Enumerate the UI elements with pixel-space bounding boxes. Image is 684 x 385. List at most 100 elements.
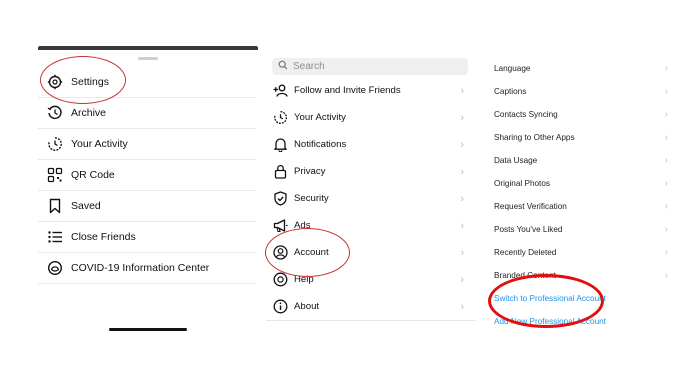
chevron-right-icon: ›: [664, 177, 668, 189]
settings-item-your-activity[interactable]: Your Activity ›: [272, 104, 468, 131]
account-item-branded-content[interactable]: Branded Content ›: [494, 265, 668, 285]
account-circle-icon: [272, 245, 288, 261]
activity-icon: [46, 135, 64, 153]
menu-item-qr-code[interactable]: QR Code: [38, 159, 256, 191]
link-label: Switch to Professional Account: [494, 293, 606, 303]
sheet-grab-handle[interactable]: [138, 57, 158, 60]
chevron-right-icon: ›: [664, 154, 668, 166]
settings-item-account[interactable]: Account ›: [272, 239, 468, 266]
settings-item-label: Account: [294, 247, 329, 258]
menu-item-label: Settings: [71, 75, 109, 88]
account-item-posts-liked[interactable]: Posts You've Liked ›: [494, 219, 668, 239]
account-item-label: Sharing to Other Apps: [494, 132, 575, 142]
menu-item-your-activity[interactable]: Your Activity: [38, 128, 256, 160]
menu-item-settings[interactable]: Settings: [38, 66, 256, 98]
account-item-label: Branded Content: [494, 270, 556, 280]
account-item-label: Posts You've Liked: [494, 224, 563, 234]
chevron-right-icon: ›: [460, 300, 464, 313]
chevron-right-icon: ›: [664, 62, 668, 74]
qr-code-icon: [46, 166, 64, 184]
chevron-right-icon: ›: [460, 246, 464, 259]
account-item-contacts-syncing[interactable]: Contacts Syncing ›: [494, 104, 668, 124]
account-item-recently-deleted[interactable]: Recently Deleted ›: [494, 242, 668, 262]
account-item-sharing-other-apps[interactable]: Sharing to Other Apps ›: [494, 127, 668, 147]
settings-item-label: Ads: [294, 220, 311, 231]
account-item-request-verification[interactable]: Request Verification ›: [494, 196, 668, 216]
settings-gear-icon: [46, 73, 64, 91]
account-item-data-usage[interactable]: Data Usage ›: [494, 150, 668, 170]
link-label: Add New Professional Account: [494, 316, 606, 326]
menu-item-close-friends[interactable]: Close Friends: [38, 221, 256, 253]
switch-professional-link[interactable]: Switch to Professional Account: [494, 288, 668, 308]
lock-icon: [272, 164, 288, 180]
menu-item-saved[interactable]: Saved: [38, 190, 256, 222]
settings-item-help[interactable]: Help ›: [272, 266, 468, 293]
chevron-right-icon: ›: [664, 246, 668, 258]
account-item-label: Data Usage: [494, 155, 538, 165]
megaphone-icon: [272, 218, 288, 234]
settings-item-security[interactable]: Security ›: [272, 185, 468, 212]
menu-item-archive[interactable]: Archive: [38, 97, 256, 129]
home-indicator-bar: [109, 328, 187, 331]
settings-item-label: Privacy: [294, 166, 326, 177]
settings-item-ads[interactable]: Ads ›: [272, 212, 468, 239]
help-icon: [272, 272, 288, 288]
add-person-icon: [272, 83, 288, 99]
add-professional-link[interactable]: Add New Professional Account: [494, 311, 668, 331]
chevron-right-icon: ›: [460, 111, 464, 124]
sheet-top-edge: [38, 46, 258, 50]
menu-item-label: Your Activity: [71, 137, 128, 150]
chevron-right-icon: ›: [460, 219, 464, 232]
chevron-right-icon: ›: [664, 200, 668, 212]
chevron-right-icon: ›: [664, 269, 668, 281]
chevron-right-icon: ›: [664, 108, 668, 120]
archive-clock-icon: [46, 104, 64, 122]
menu-item-label: Close Friends: [71, 230, 136, 243]
covid-info-icon: [46, 259, 64, 277]
settings-list-panel: Search Follow and Invite Friends › Your …: [266, 52, 476, 322]
account-item-label: Request Verification: [494, 201, 567, 211]
search-icon: [278, 60, 288, 73]
account-item-captions[interactable]: Captions ›: [494, 81, 668, 101]
account-item-label: Contacts Syncing: [494, 109, 558, 119]
list-divider: [266, 320, 476, 321]
account-item-label: Captions: [494, 86, 527, 96]
account-item-label: Recently Deleted: [494, 247, 557, 257]
settings-item-about[interactable]: About ›: [272, 293, 468, 320]
settings-item-label: About: [294, 301, 320, 312]
settings-item-label: Security: [294, 193, 329, 204]
menu-item-label: Archive: [71, 106, 107, 119]
account-settings-panel: Language › Captions › Contacts Syncing ›…: [486, 56, 676, 336]
settings-item-label: Your Activity: [294, 112, 346, 123]
chevron-right-icon: ›: [460, 273, 464, 286]
profile-menu-sheet: Settings Archive Your Activity QR Code S…: [38, 46, 258, 336]
chevron-right-icon: ›: [664, 85, 668, 97]
chevron-right-icon: ›: [460, 84, 464, 97]
shield-icon: [272, 191, 288, 207]
chevron-right-icon: ›: [664, 223, 668, 235]
activity-icon: [272, 110, 288, 126]
chevron-right-icon: ›: [460, 192, 464, 205]
bell-icon: [272, 137, 288, 153]
settings-item-follow-invite[interactable]: Follow and Invite Friends ›: [272, 77, 468, 104]
settings-item-label: Help: [294, 274, 314, 285]
close-friends-list-icon: [46, 228, 64, 246]
menu-item-label: Saved: [71, 199, 101, 212]
menu-item-label: COVID-19 Information Center: [71, 261, 210, 274]
account-item-language[interactable]: Language ›: [494, 58, 668, 78]
menu-item-label: QR Code: [71, 168, 115, 181]
account-item-label: Original Photos: [494, 178, 550, 188]
settings-item-notifications[interactable]: Notifications ›: [272, 131, 468, 158]
search-input[interactable]: Search: [272, 58, 468, 75]
account-item-original-photos[interactable]: Original Photos ›: [494, 173, 668, 193]
info-icon: [272, 299, 288, 315]
chevron-right-icon: ›: [664, 131, 668, 143]
settings-item-label: Follow and Invite Friends: [294, 85, 401, 96]
settings-item-label: Notifications: [294, 139, 347, 150]
account-item-label: Language: [494, 63, 531, 73]
search-placeholder: Search: [293, 61, 325, 72]
chevron-right-icon: ›: [460, 165, 464, 178]
chevron-right-icon: ›: [460, 138, 464, 151]
menu-item-covid-info-center[interactable]: COVID-19 Information Center: [38, 252, 256, 284]
settings-item-privacy[interactable]: Privacy ›: [272, 158, 468, 185]
